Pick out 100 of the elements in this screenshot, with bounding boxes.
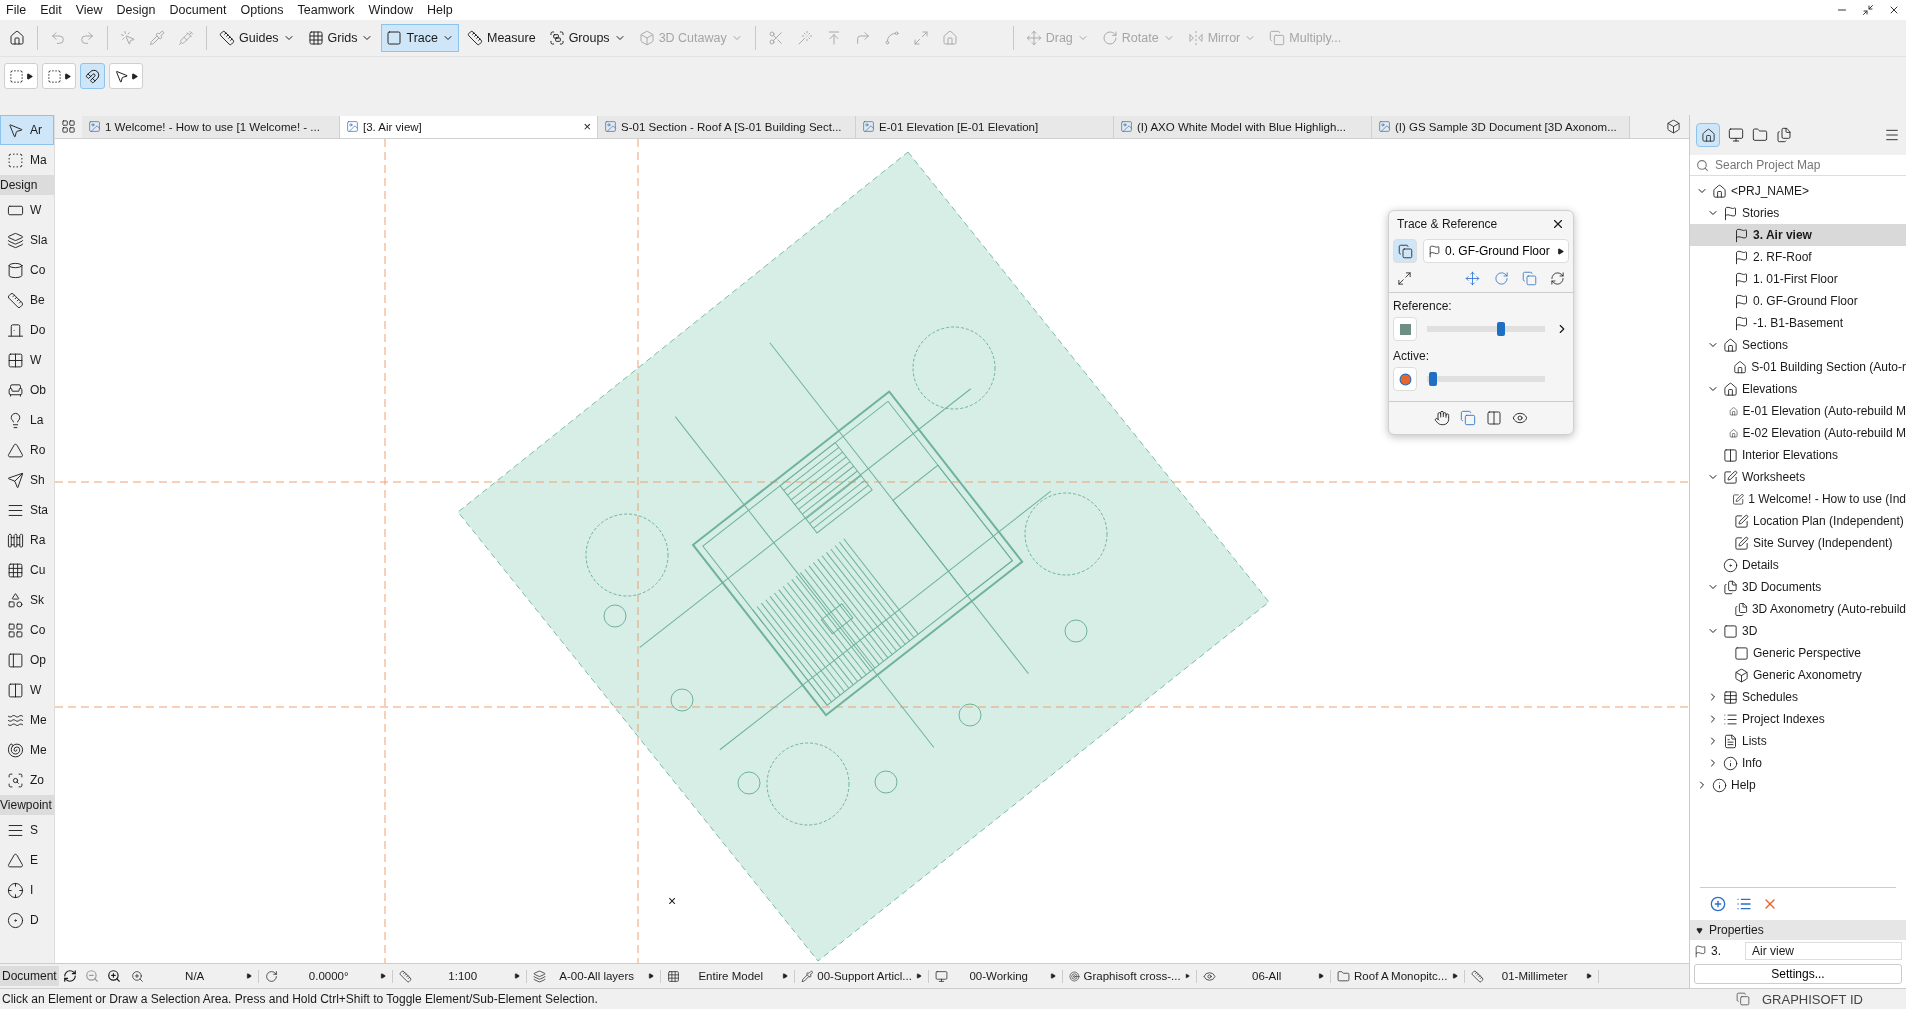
copy-icon[interactable]	[1460, 410, 1476, 426]
tool-item[interactable]: Co	[0, 255, 54, 285]
tree-item[interactable]: Project Indexes	[1690, 708, 1906, 730]
tree-item[interactable]: Info	[1690, 752, 1906, 774]
tree-item[interactable]: Details	[1690, 554, 1906, 576]
menu-item[interactable]: View	[69, 3, 111, 17]
tree-item[interactable]: Elevations	[1690, 378, 1906, 400]
eye-icon[interactable]	[1512, 410, 1528, 426]
slider-thumb[interactable]	[1497, 322, 1506, 336]
tool-item[interactable]: S	[0, 815, 54, 845]
add-icon[interactable]	[1710, 896, 1726, 912]
tool-item[interactable]: Zo	[0, 765, 54, 795]
tree-item[interactable]: Generic Perspective	[1690, 642, 1906, 664]
tree-item[interactable]: 3D Axonometry (Auto-rebuild	[1690, 598, 1906, 620]
tree-item[interactable]: E-01 Elevation (Auto-rebuild M	[1690, 400, 1906, 422]
trace-toggle[interactable]	[1393, 239, 1417, 263]
tool-item[interactable]: W	[0, 345, 54, 375]
tree-item[interactable]: S-01 Building Section (Auto-r	[1690, 356, 1906, 378]
tree-item[interactable]: Interior Elevations	[1690, 444, 1906, 466]
tree-item[interactable]: 1. 01-First Floor	[1690, 268, 1906, 290]
tree-item[interactable]: Location Plan (Independent)	[1690, 510, 1906, 532]
tool-item[interactable]: Sla	[0, 225, 54, 255]
view-tab[interactable]: S-01 Section - Roof A [S-01 Building Sect...	[598, 115, 856, 138]
tool-item[interactable]: D	[0, 905, 54, 935]
tool-item[interactable]: Sk	[0, 585, 54, 615]
toolbar-button[interactable]	[80, 63, 105, 89]
list-icon[interactable]	[1736, 896, 1752, 912]
tool-item[interactable]: La	[0, 405, 54, 435]
menu-item[interactable]: Edit	[34, 3, 70, 17]
close-icon[interactable]	[1551, 217, 1565, 231]
tool-item[interactable]: W	[0, 195, 54, 225]
tree-item[interactable]: Generic Axonometry	[1690, 664, 1906, 686]
menu-item[interactable]: Document	[163, 3, 235, 17]
grid-icon[interactable]	[61, 119, 76, 134]
status-field[interactable]: 01-Millimeter	[1464, 969, 1599, 983]
tree-item[interactable]: 1 Welcome! - How to use (Ind	[1690, 488, 1906, 510]
tree-item[interactable]: Stories	[1690, 202, 1906, 224]
tool-item[interactable]: Do	[0, 315, 54, 345]
view-tab[interactable]: (I) GS Sample 3D Document [3D Axonom...	[1372, 115, 1630, 138]
project-map-tab[interactable]	[1696, 123, 1720, 147]
refresh-icon[interactable]	[1550, 271, 1565, 286]
tree-item[interactable]: Sections	[1690, 334, 1906, 356]
tool-item[interactable]: E	[0, 845, 54, 875]
toolbar-button[interactable]	[4, 63, 38, 89]
status-field[interactable]: N/A	[124, 969, 259, 983]
status-field[interactable]: Graphisoft cross-...	[1062, 969, 1197, 983]
tree-item[interactable]: 2. RF-Roof	[1690, 246, 1906, 268]
toolbar-button[interactable]: Trace	[381, 24, 459, 52]
restore-icon[interactable]	[1862, 4, 1874, 16]
tool-item[interactable]: Op	[0, 645, 54, 675]
tool-item[interactable]: Me	[0, 705, 54, 735]
tool-item[interactable]: Be	[0, 285, 54, 315]
resize-icon[interactable]	[1397, 271, 1412, 286]
story-selector[interactable]: 0. GF-Ground Floor	[1423, 239, 1569, 263]
menu-icon[interactable]	[1884, 127, 1900, 143]
split-icon[interactable]	[1486, 410, 1502, 426]
search-field[interactable]: Search Project Map	[1713, 157, 1900, 173]
rotate-icon[interactable]	[1493, 271, 1509, 286]
toolbar-button[interactable]: Grids	[302, 24, 379, 52]
status-field[interactable]: 06-All	[1196, 969, 1331, 983]
tree-item[interactable]: 3D Documents	[1690, 576, 1906, 598]
tool-item[interactable]: Me	[0, 735, 54, 765]
close-icon[interactable]	[1888, 4, 1900, 16]
toolbar-button[interactable]: Measure	[462, 24, 541, 52]
status-field[interactable]: 00-Support Articl...	[794, 969, 929, 983]
tree-item[interactable]: Schedules	[1690, 686, 1906, 708]
menu-item[interactable]: Teamwork	[291, 3, 363, 17]
hand-icon[interactable]	[1434, 410, 1450, 426]
menu-item[interactable]: Window	[362, 3, 421, 17]
status-field[interactable]: 00-Working	[928, 969, 1063, 983]
tree-item[interactable]: <PRJ_NAME>	[1690, 180, 1906, 202]
view-tab[interactable]: 1 Welcome! - How to use [1 Welcome! - ...	[82, 115, 340, 138]
tool-item[interactable]: Sta	[0, 495, 54, 525]
status-field[interactable]: 1:100	[392, 969, 527, 983]
toolbar-button[interactable]: Guides	[214, 24, 300, 52]
zoom-in-icon[interactable]	[106, 969, 121, 983]
tool-item[interactable]: Co	[0, 615, 54, 645]
tree-item[interactable]: Help	[1690, 774, 1906, 796]
zoom-out-icon[interactable]	[84, 969, 99, 983]
toolbar-button[interactable]	[42, 63, 76, 89]
close-tab[interactable]: ×	[583, 119, 591, 134]
tree-item[interactable]: Worksheets	[1690, 466, 1906, 488]
drawing-canvas[interactable]: × Trace & Reference 0. GF-Ground Floor Reference: Active:	[55, 139, 1689, 963]
tool-item[interactable]: I	[0, 875, 54, 905]
property-value[interactable]: Air view	[1745, 942, 1902, 960]
copy-icon[interactable]	[1521, 271, 1537, 286]
toolbar-button[interactable]: Groups	[543, 24, 631, 52]
tree-item[interactable]: E-02 Elevation (Auto-rebuild M	[1690, 422, 1906, 444]
tool-item[interactable]: Ob	[0, 375, 54, 405]
status-field[interactable]: 0.0000°	[258, 969, 393, 983]
menu-item[interactable]: File	[0, 3, 35, 17]
tool-item[interactable]: Ar	[0, 115, 54, 145]
tree-item[interactable]: 3D	[1690, 620, 1906, 642]
settings-button[interactable]: Settings...	[1694, 964, 1902, 984]
tree-item[interactable]: Site Survey (Independent)	[1690, 532, 1906, 554]
tree-item[interactable]: -1. B1-Basement	[1690, 312, 1906, 334]
view-tab[interactable]: [3. Air view] ×	[340, 115, 598, 138]
status-field[interactable]: Roof A Monopitc...	[1330, 969, 1465, 983]
tool-item[interactable]: Ro	[0, 435, 54, 465]
view-tab[interactable]: (I) AXO White Model with Blue Highligh...	[1114, 115, 1372, 138]
